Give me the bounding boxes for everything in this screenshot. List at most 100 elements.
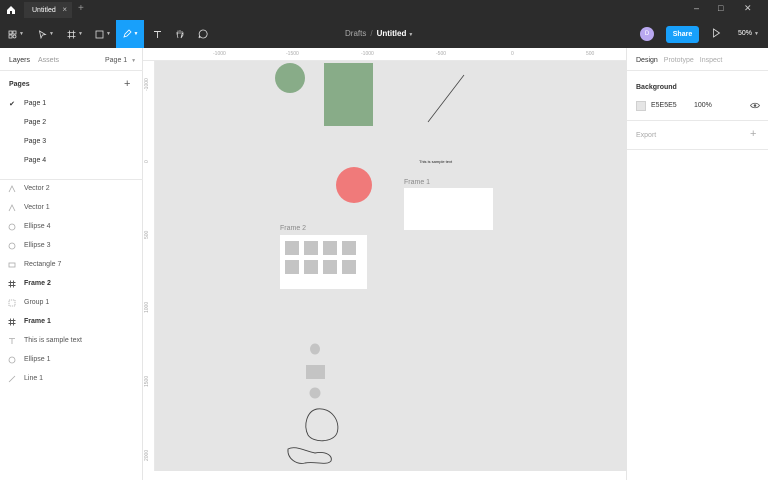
breadcrumb-project[interactable]: Drafts	[345, 29, 366, 38]
ruler-tick: -1500	[286, 51, 299, 57]
share-button[interactable]: Share	[666, 26, 699, 43]
text-tool-button[interactable]	[148, 20, 166, 48]
minimize-icon[interactable]: –	[694, 3, 699, 13]
frame-2[interactable]	[280, 235, 367, 289]
comment-tool-button[interactable]	[194, 20, 212, 48]
layer-item-frame-1[interactable]: Frame 1	[0, 312, 143, 331]
page-item-1[interactable]: ✔ Page 1	[0, 94, 143, 113]
file-tab[interactable]: Untitled ×	[24, 2, 72, 18]
layer-label: Frame 2	[24, 280, 51, 287]
ruler-tick: 0	[144, 160, 150, 163]
thumbnail-placeholder	[323, 260, 337, 274]
vertical-ruler: -1000 0 500 1000 1500 2000	[143, 61, 155, 471]
frame-1[interactable]	[404, 188, 493, 230]
layer-label: Ellipse 1	[24, 356, 51, 363]
file-name[interactable]: Untitled	[377, 29, 407, 38]
ellipse-icon	[0, 356, 24, 364]
layer-item-ellipse-3[interactable]: Ellipse 3	[0, 236, 143, 255]
design-canvas[interactable]: This is sample text Frame 1 Frame 2	[155, 61, 626, 471]
shape-tool-button[interactable]: ▼	[91, 20, 115, 48]
ruler-tick: 500	[586, 51, 595, 57]
line-1[interactable]	[427, 74, 465, 123]
layer-item-ellipse-1[interactable]: Ellipse 1	[0, 350, 143, 369]
page-selector[interactable]: Page 1 ▼	[105, 57, 136, 64]
red-ellipse[interactable]	[336, 167, 372, 203]
green-rectangle[interactable]	[324, 63, 373, 126]
thumbnail-placeholder	[285, 241, 299, 255]
tab-assets[interactable]: Assets	[38, 57, 59, 64]
layer-item-rectangle-7[interactable]: Rectangle 7	[0, 255, 143, 274]
page-selector-label: Page 1	[105, 57, 128, 64]
hand-tool-button[interactable]	[171, 20, 189, 48]
frame-1-label[interactable]: Frame 1	[404, 179, 430, 186]
rectangle-7[interactable]	[306, 365, 325, 379]
green-ellipse[interactable]	[275, 63, 305, 93]
file-menu-chevron-icon[interactable]: ▼	[408, 32, 413, 38]
sample-text[interactable]: This is sample text	[419, 159, 452, 164]
move-icon	[38, 29, 47, 39]
background-opacity-input[interactable]: 100%	[694, 102, 712, 109]
page-item-2[interactable]: Page 2	[0, 113, 143, 132]
background-color-swatch[interactable]	[636, 101, 646, 111]
new-tab-icon[interactable]: +	[78, 3, 84, 14]
vector-2[interactable]	[287, 447, 332, 464]
layer-item-vector-1[interactable]: Vector 1	[0, 198, 143, 217]
properties-panel: Design Prototype Inspect Background E5E5E5…	[626, 48, 768, 480]
layer-label: Line 1	[24, 375, 44, 382]
pen-tool-button[interactable]: ▼	[116, 20, 144, 48]
eye-icon[interactable]	[750, 102, 760, 111]
tab-inspect[interactable]: Inspect	[700, 57, 723, 64]
layer-item-sample-text[interactable]: This is sample text	[0, 331, 143, 350]
move-tool-button[interactable]: ▼	[34, 20, 58, 48]
thumbnail-placeholder	[342, 260, 356, 274]
background-title: Background	[636, 84, 677, 91]
layer-item-group-1[interactable]: Group 1	[0, 293, 143, 312]
vector-icon	[0, 184, 24, 193]
add-page-icon[interactable]: +	[124, 78, 130, 90]
layer-label: Vector 2	[24, 185, 50, 192]
toolbar: ▼ ▼ ▼ ▼ ▼ Drafts / Untitled ▼ D Share 50% ▼	[0, 20, 768, 48]
maximize-icon[interactable]: □	[718, 3, 723, 13]
ruler-tick: 1000	[144, 301, 150, 313]
close-tab-icon[interactable]: ×	[62, 5, 67, 14]
layer-item-frame-2[interactable]: Frame 2	[0, 274, 143, 293]
canvas-bottom-margin	[143, 471, 626, 480]
frame-icon	[0, 280, 24, 288]
page-item-4[interactable]: Page 4	[0, 151, 143, 170]
ruler-tick: 0	[511, 51, 514, 57]
layer-label: Group 1	[24, 299, 50, 306]
divider	[0, 70, 143, 71]
background-hex-input[interactable]: E5E5E5	[651, 102, 677, 109]
present-icon[interactable]	[712, 28, 721, 40]
main-menu-button[interactable]: ▼	[4, 20, 28, 48]
horizontal-ruler: -1000 -1500 -1000 -500 0 500	[143, 48, 626, 61]
layer-item-line-1[interactable]: Line 1	[0, 369, 143, 388]
ruler-tick: -1000	[361, 51, 374, 57]
avatar[interactable]: D	[640, 27, 654, 41]
zoom-menu[interactable]: 50% ▼	[738, 30, 759, 37]
ruler-tick: -500	[436, 51, 447, 57]
rectangle-icon	[0, 261, 24, 269]
layers-panel: Layers Assets Page 1 ▼ Pages + ✔ Page 1 Pa…	[0, 48, 143, 480]
home-icon[interactable]	[0, 0, 22, 20]
ruler-tick: 2000	[144, 449, 150, 461]
breadcrumb-separator: /	[370, 29, 373, 38]
frame-2-label[interactable]: Frame 2	[280, 225, 306, 232]
thumbnail-placeholder	[304, 260, 318, 274]
frame-icon	[67, 30, 76, 38]
page-item-3[interactable]: Page 3	[0, 132, 143, 151]
frame-tool-button[interactable]: ▼	[63, 20, 87, 48]
tab-prototype[interactable]: Prototype	[664, 57, 694, 64]
layer-item-ellipse-4[interactable]: Ellipse 4	[0, 217, 143, 236]
main-menu-icon	[8, 30, 17, 38]
gray-ellipse-bottom[interactable]	[309, 387, 321, 399]
ellipse-icon	[0, 242, 24, 250]
layer-item-vector-2[interactable]: Vector 2	[0, 179, 143, 198]
canvas-shapes	[275, 63, 465, 464]
tab-design[interactable]: Design	[636, 57, 658, 64]
window-close-icon[interactable]: ✕	[744, 3, 752, 14]
vector-1[interactable]	[305, 408, 339, 442]
tab-layers[interactable]: Layers	[9, 57, 30, 64]
gray-ellipse-top[interactable]	[310, 343, 320, 355]
add-export-icon[interactable]: +	[750, 128, 756, 140]
